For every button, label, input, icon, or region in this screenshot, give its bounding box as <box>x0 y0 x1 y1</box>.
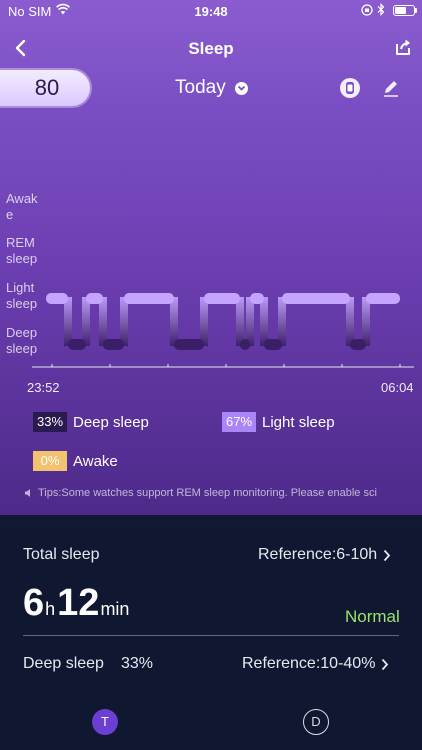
stage-transition <box>99 297 107 346</box>
sleep-segment-light <box>282 293 350 304</box>
y-label-awake-text: Awak e <box>6 191 38 222</box>
stage-transition <box>82 297 90 346</box>
x-start-time: 23:52 <box>27 380 60 395</box>
chevron-right-icon <box>382 658 389 670</box>
light-sleep-label: Light sleep <box>262 413 335 431</box>
x-end-time: 06:04 <box>381 380 414 395</box>
date-label: Today <box>175 77 226 98</box>
divider <box>23 635 399 636</box>
light-sleep-percent: 67% <box>222 412 256 432</box>
battery-level <box>395 7 406 14</box>
sleep-score-badge: 80 <box>0 70 90 106</box>
rem-tip: Tips:Some watches support REM sleep moni… <box>24 487 404 499</box>
minutes-value: 12 <box>57 582 100 624</box>
stage-transition <box>362 297 370 346</box>
stage-transition <box>346 297 354 346</box>
legend-awake: 0% Awake <box>33 451 118 471</box>
stage-transition <box>64 297 72 346</box>
sleep-segment-deep <box>174 339 204 350</box>
awake-label: Awake <box>73 452 118 470</box>
y-label-rem-text: REM sleep <box>6 235 38 266</box>
awake-percent: 0% <box>33 451 67 471</box>
sleep-screen: No SIM 19:48 Sleep 80 Today Awak e REM s… <box>0 0 422 750</box>
sleep-segment-light <box>124 293 174 304</box>
stage-transition <box>170 297 178 346</box>
sleep-header-panel: No SIM 19:48 Sleep 80 Today Awak e REM s… <box>0 0 422 515</box>
total-sleep-duration: 6 h 12 min <box>23 582 131 625</box>
stage-transition <box>246 297 254 346</box>
speaker-icon <box>25 489 30 497</box>
deep-sleep-summary-label: Deep sleep <box>23 655 104 672</box>
share-icon[interactable] <box>393 37 413 57</box>
edit-pencil-icon[interactable] <box>381 78 401 98</box>
sleep-segment-deep <box>68 339 86 350</box>
minutes-unit: min <box>100 599 130 619</box>
deep-sleep-percent: 33% <box>33 412 67 432</box>
battery-tip <box>415 8 417 13</box>
battery-icon <box>393 5 415 16</box>
clock-time: 19:48 <box>194 4 228 19</box>
legend-deep-sleep: 33% Deep sleep <box>33 412 149 432</box>
sleep-segment-deep <box>264 339 282 350</box>
deep-sleep-label: Deep sleep <box>73 413 149 431</box>
sleep-segment-light <box>250 293 264 304</box>
stage-transition <box>236 297 244 346</box>
y-label-rem: REM sleep <box>6 235 37 267</box>
legend-light-sleep: 67% Light sleep <box>222 412 335 432</box>
stage-transition <box>260 297 268 346</box>
status-bar: No SIM 19:48 <box>0 0 422 24</box>
chevron-down-icon <box>234 81 248 95</box>
chevron-right-icon <box>384 549 391 561</box>
deep-sleep-reference-text: Reference:10-40% <box>242 655 376 672</box>
hours-unit: h <box>45 599 56 619</box>
tip-text: Tips:Some watches support REM sleep moni… <box>38 487 377 499</box>
sleep-segment-deep <box>350 339 366 350</box>
page-title: Sleep <box>188 39 234 58</box>
sleep-segment-light <box>86 293 103 304</box>
bluetooth-icon <box>377 3 385 16</box>
sleep-score-value: 80 <box>34 75 60 100</box>
sleep-segment-light <box>366 293 400 304</box>
stage-transition <box>200 297 208 346</box>
sleep-status: Normal <box>345 607 400 626</box>
deep-sleep-summary-percent: 33% <box>121 655 154 672</box>
sleep-segment-deep <box>103 339 124 350</box>
stage-transition <box>120 297 128 346</box>
stage-transition <box>278 297 286 346</box>
tab-today[interactable]: T <box>92 709 118 735</box>
tab-day[interactable]: D <box>303 709 329 735</box>
deep-sleep-reference[interactable]: Reference:10-40% <box>242 655 389 673</box>
y-label-awake: Awak e <box>6 191 38 223</box>
total-sleep-label: Total sleep <box>23 546 100 563</box>
total-sleep-reference-text: Reference:6-10h <box>258 546 378 563</box>
hours-value: 6 <box>23 582 45 624</box>
watch-icon[interactable] <box>339 77 361 99</box>
sleep-segment-light <box>46 293 68 304</box>
sleep-segment-deep <box>240 339 250 350</box>
sleep-stage-chart <box>32 293 414 368</box>
rotation-lock-icon <box>361 4 373 16</box>
total-sleep-reference[interactable]: Reference:6-10h <box>258 546 391 564</box>
date-selector[interactable]: Today <box>175 76 248 100</box>
sleep-segment-light <box>204 293 240 304</box>
